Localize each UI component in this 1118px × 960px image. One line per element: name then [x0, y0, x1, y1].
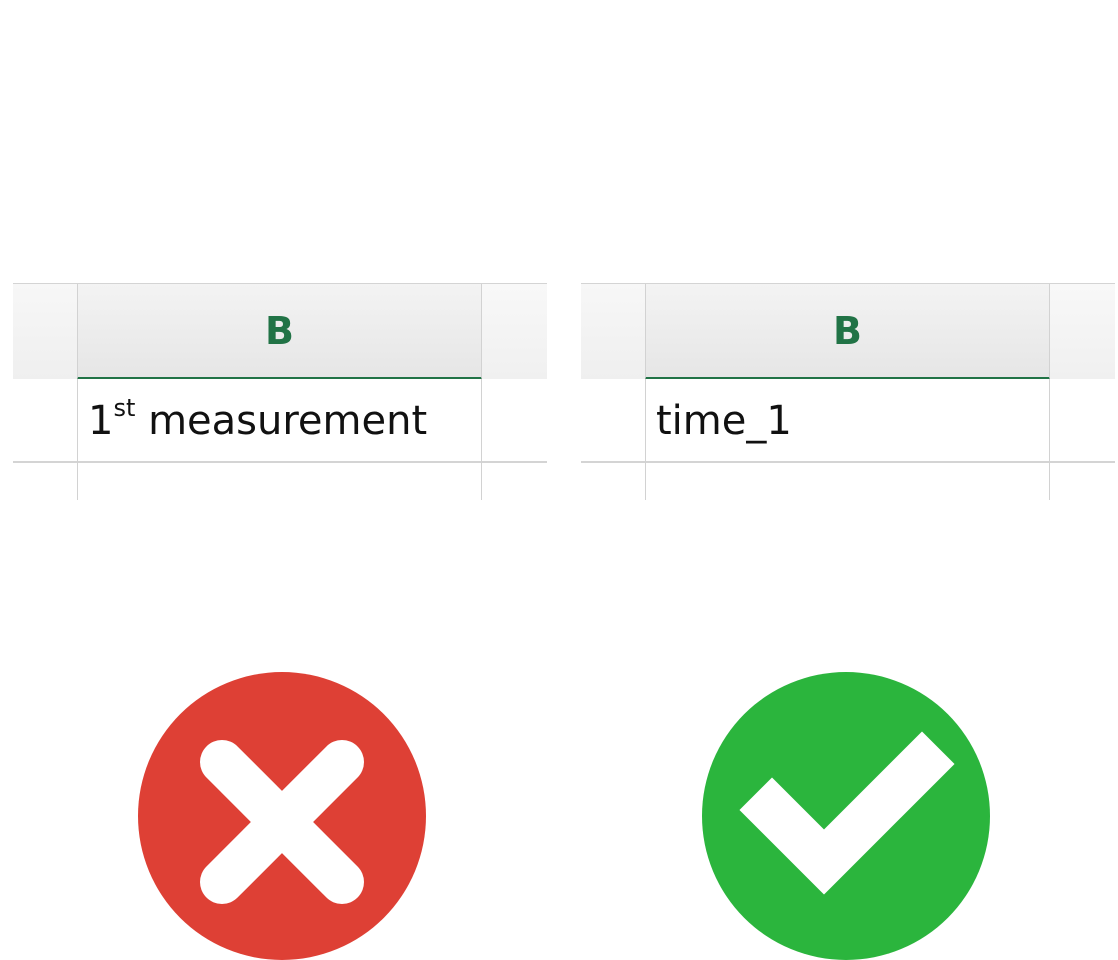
check-icon: [702, 672, 990, 960]
ordinal-superscript: st: [113, 394, 136, 422]
cell-b2[interactable]: [645, 463, 1050, 500]
spreadsheet-row-partial: [13, 463, 547, 500]
cell-value: 1st measurement: [88, 394, 428, 444]
row-header-corner[interactable]: [581, 284, 645, 380]
cell-b1[interactable]: 1st measurement: [77, 379, 482, 463]
column-header-row: B: [581, 283, 1115, 380]
column-header-b[interactable]: B: [645, 284, 1050, 380]
column-letter: B: [265, 308, 294, 353]
column-letter: B: [833, 308, 862, 353]
comparison-figure: B 1st measurement B time_1: [0, 0, 1118, 960]
spreadsheet-row: 1st measurement: [13, 379, 547, 463]
row-header-corner[interactable]: [13, 284, 77, 380]
cross-icon: [138, 672, 426, 960]
cell-value: time_1: [656, 398, 792, 444]
spreadsheet-row: time_1: [581, 379, 1115, 463]
cell-b1[interactable]: time_1: [645, 379, 1050, 463]
spreadsheet-example-bad: B 1st measurement: [13, 283, 547, 500]
spreadsheet-row-partial: [581, 463, 1115, 500]
column-header-c[interactable]: [482, 284, 547, 380]
column-header-b[interactable]: B: [77, 284, 482, 380]
spreadsheet-example-good: B time_1: [581, 283, 1115, 500]
cell-b2[interactable]: [77, 463, 482, 500]
column-header-c[interactable]: [1050, 284, 1115, 380]
column-header-row: B: [13, 283, 547, 380]
